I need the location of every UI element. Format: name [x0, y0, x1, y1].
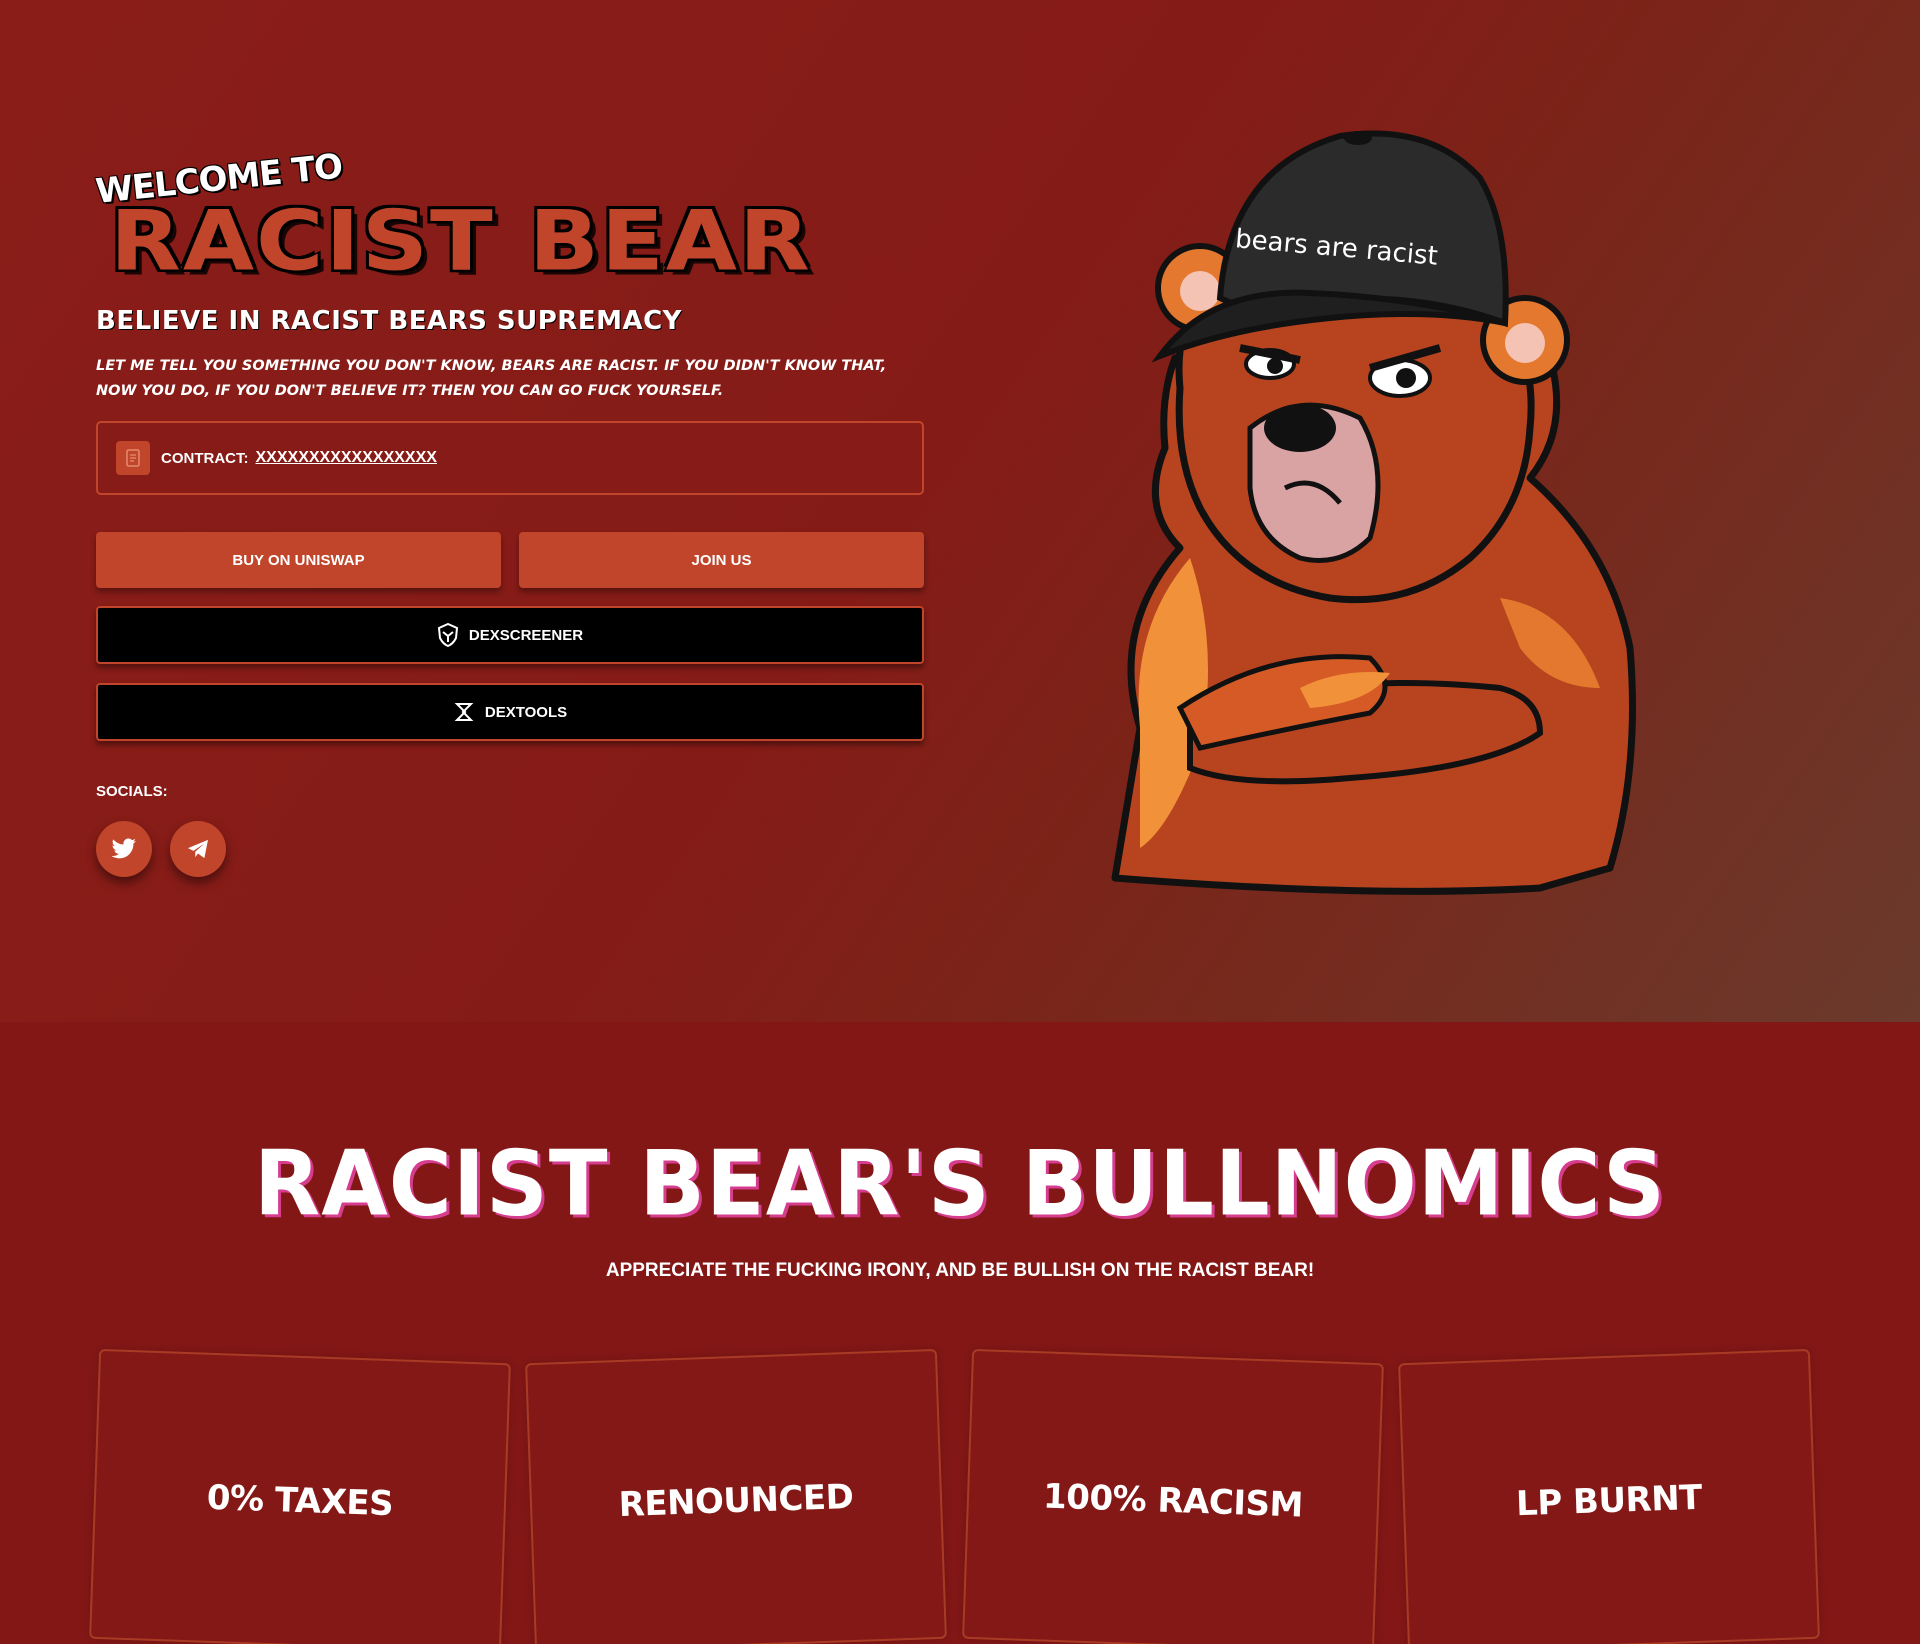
- bullnomics-subtitle: APPRECIATE THE FUCKING IRONY, AND BE BUL…: [605, 1260, 1315, 1281]
- copy-icon: [126, 449, 140, 467]
- contract-address[interactable]: XXXXXXXXXXXXXXXXX: [256, 449, 437, 467]
- hero-section: WELCOME TO RACIST BEAR BELIEVE IN RACIST…: [0, 0, 1920, 1022]
- contract-box: CONTRACT: XXXXXXXXXXXXXXXXX: [96, 421, 924, 495]
- dextools-label: DEXTOOLS: [484, 703, 568, 721]
- telegram-icon: [188, 839, 208, 859]
- twitter-icon: [111, 838, 136, 859]
- copy-button[interactable]: [116, 441, 150, 475]
- dexscreener-label: DEXSCREENER: [468, 626, 584, 644]
- buy-uniswap-button[interactable]: BUY ON UNISWAP: [96, 532, 501, 588]
- bear-mascot-image: bears are racist: [1111, 130, 1636, 895]
- bullnomics-title: RACIST BEAR'S BULLNOMICS: [253, 1131, 1666, 1237]
- dexscreener-button[interactable]: DEXSCREENER: [96, 606, 924, 664]
- tokenomics-card: RENOUNCED: [525, 1348, 947, 1644]
- tokenomics-card: 100% RACISM: [962, 1348, 1384, 1644]
- hero-title: RACIST BEAR: [110, 192, 812, 290]
- telegram-button[interactable]: [170, 821, 226, 877]
- primary-buttons: BUY ON UNISWAP JOIN US: [96, 532, 924, 588]
- join-us-button[interactable]: JOIN US: [519, 532, 924, 588]
- card-label: 0% TAXES: [206, 1477, 394, 1525]
- socials-label: SOCIALS:: [96, 783, 168, 800]
- tokenomics-card: 0% TAXES: [89, 1348, 511, 1644]
- contract-label: CONTRACT:: [161, 449, 249, 467]
- bullnomics-section: RACIST BEAR'S BULLNOMICS APPRECIATE THE …: [0, 1022, 1920, 1644]
- dexscreener-icon: [437, 623, 458, 647]
- card-label: LP BURNT: [1515, 1477, 1703, 1525]
- hero-description: LET ME TELL YOU SOMETHING YOU DON'T KNOW…: [96, 358, 887, 399]
- card-label: 100% RACISM: [1042, 1476, 1304, 1526]
- tokenomics-card: LP BURNT: [1398, 1348, 1820, 1644]
- dextools-icon: [454, 703, 474, 721]
- hero-tagline: BELIEVE IN RACIST BEARS SUPREMACY: [96, 306, 682, 336]
- twitter-button[interactable]: [96, 821, 152, 877]
- dextools-button[interactable]: DEXTOOLS: [96, 683, 924, 741]
- card-label: RENOUNCED: [617, 1476, 854, 1526]
